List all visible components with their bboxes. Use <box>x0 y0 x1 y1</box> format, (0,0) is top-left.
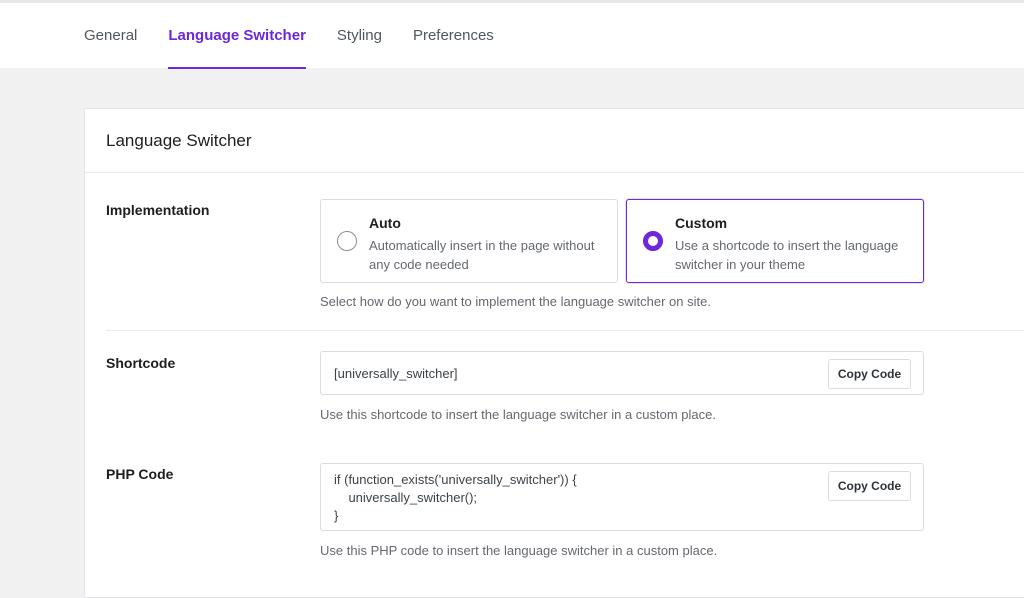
option-auto[interactable]: Auto Automatically insert in the page wi… <box>320 199 618 283</box>
option-auto-description: Automatically insert in the page without… <box>369 238 595 272</box>
tab-general[interactable]: General <box>84 3 137 68</box>
card-header: Language Switcher <box>85 109 1024 173</box>
tab-preferences[interactable]: Preferences <box>413 3 494 68</box>
copy-shortcode-button[interactable]: Copy Code <box>828 359 911 389</box>
option-auto-title: Auto <box>369 215 401 231</box>
shortcode-help-text: Use this shortcode to insert the languag… <box>320 407 716 422</box>
card-title: Language Switcher <box>106 130 252 150</box>
radio-auto[interactable] <box>337 231 357 251</box>
option-custom-description: Use a shortcode to insert the language s… <box>675 238 899 272</box>
tab-language-switcher[interactable]: Language Switcher <box>168 3 306 69</box>
php-code-help-text: Use this PHP code to insert the language… <box>320 543 718 558</box>
tab-list: General Language Switcher Styling Prefer… <box>84 3 525 69</box>
radio-custom[interactable] <box>643 231 663 251</box>
copy-php-code-button[interactable]: Copy Code <box>828 471 911 501</box>
tab-styling[interactable]: Styling <box>337 3 382 68</box>
php-code-label: PHP Code <box>106 466 174 482</box>
php-code-text[interactable]: if (function_exists('universally_switche… <box>334 471 577 525</box>
shortcode-text[interactable]: [universally_switcher] <box>334 365 458 383</box>
implementation-help-text: Select how do you want to implement the … <box>320 294 711 309</box>
settings-card: Language Switcher Implementation Auto Au… <box>84 108 1024 598</box>
option-custom-title: Custom <box>675 215 728 231</box>
option-custom[interactable]: Custom Use a shortcode to insert the lan… <box>626 199 924 283</box>
shortcode-box[interactable]: [universally_switcher] Copy Code <box>320 351 924 395</box>
top-navigation-bar: General Language Switcher Styling Prefer… <box>0 0 1024 69</box>
php-code-box[interactable]: if (function_exists('universally_switche… <box>320 463 924 531</box>
implementation-label: Implementation <box>106 202 210 218</box>
section-divider <box>106 330 1024 331</box>
shortcode-label: Shortcode <box>106 355 176 371</box>
